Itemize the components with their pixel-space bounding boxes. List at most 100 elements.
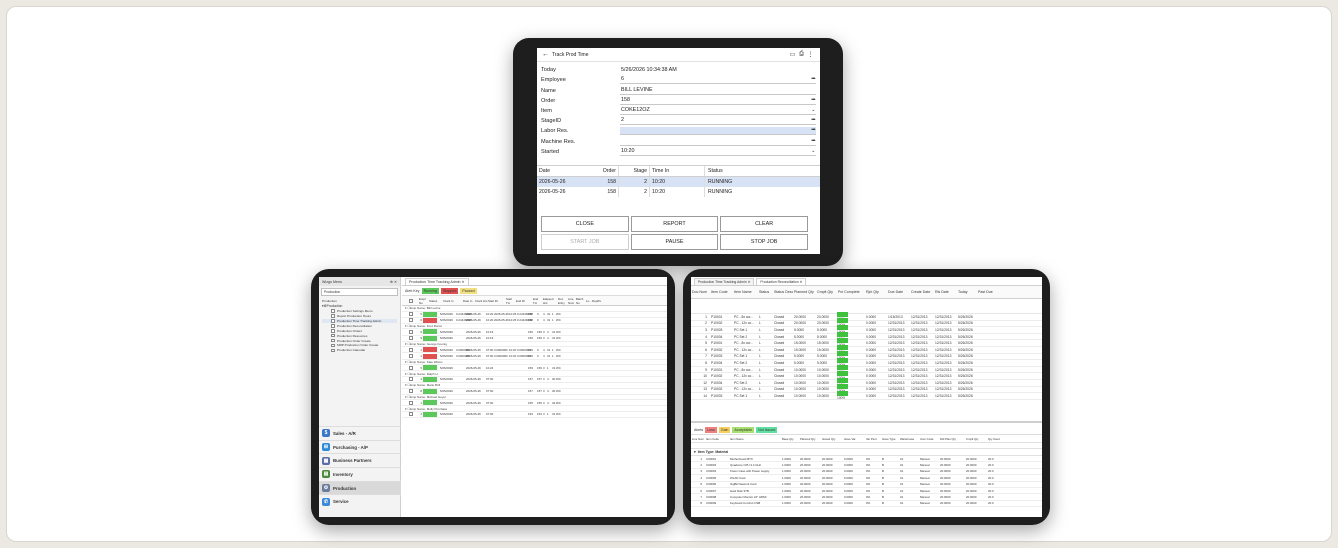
table-row[interactable]: 2026-05-26 158 2 10:20 RUNNING bbox=[537, 176, 820, 187]
table-row[interactable]: 10 P10002 PC - 12x co... L Closed 10.0000 10.0… bbox=[691, 371, 1042, 380]
table-row[interactable]: 9 P10001 PC - 8x cor... L Closed 10.0000 10.00… bbox=[691, 364, 1042, 374]
close-icon[interactable]: ✕ bbox=[747, 280, 751, 284]
column-header[interactable]: Status bbox=[758, 290, 773, 294]
stop-job-button[interactable]: STOP JOB bbox=[720, 234, 808, 250]
column-header[interactable]: Empl No bbox=[419, 297, 429, 305]
row-checkbox[interactable] bbox=[409, 318, 413, 323]
table-row[interactable]: 12P10004PC Set 2LClosed10.000010.0000100… bbox=[691, 377, 1042, 387]
column-header[interactable]: Elapsed Hrs bbox=[543, 297, 558, 305]
close-icon[interactable]: ✕ bbox=[799, 280, 803, 284]
module-inventory[interactable]: ▤ Inventory bbox=[319, 467, 401, 481]
column-header[interactable]: Start Tm bbox=[506, 297, 516, 305]
row-checkbox[interactable] bbox=[409, 329, 413, 334]
column-header[interactable]: End Tm bbox=[533, 297, 543, 305]
column-header[interactable]: Date bbox=[537, 168, 583, 174]
table-row[interactable]: 6 P10002 PC - 12x co... L Closed 15.0000 15.00… bbox=[691, 344, 1042, 354]
lookup-icon[interactable]: ••• bbox=[811, 97, 815, 103]
column-header[interactable]: Line Num bbox=[691, 437, 705, 441]
module-business-partners[interactable]: ▦ Business Partners bbox=[319, 453, 401, 467]
row-checkbox[interactable] bbox=[409, 377, 413, 382]
sidebar-controls-icon[interactable]: ⊕ ✕ bbox=[390, 280, 397, 284]
module-sales-a-r[interactable]: $ Sales - A/R bbox=[319, 426, 401, 440]
select-all-checkbox[interactable] bbox=[409, 298, 413, 303]
column-header[interactable]: Issued Qty bbox=[821, 437, 843, 441]
column-header[interactable]: Issue Type bbox=[881, 437, 899, 441]
module-purchasing-a-p[interactable]: ⊞ Purchasing - A/P bbox=[319, 439, 401, 454]
column-header[interactable]: Qty Used bbox=[987, 437, 1005, 441]
column-header[interactable]: Rls Date bbox=[934, 290, 957, 294]
lookup-icon[interactable]: ••• bbox=[811, 117, 815, 123]
column-header[interactable]: Item Name bbox=[733, 290, 758, 294]
column-header[interactable]: End Dt bbox=[516, 299, 533, 303]
row-checkbox[interactable] bbox=[409, 365, 413, 370]
tab-production-time-tracking-admin[interactable]: Production Time Tracking Admin ✕ bbox=[694, 277, 755, 285]
field-input[interactable]: 10:20 ⌄ bbox=[620, 148, 816, 156]
column-header[interactable]: Stage bbox=[619, 165, 650, 176]
tree-item[interactable]: Production Calendar bbox=[322, 348, 397, 353]
start-job-button[interactable]: START JOB bbox=[541, 234, 629, 250]
print-icon[interactable]: ⎙ bbox=[797, 51, 806, 58]
column-header[interactable]: Status bbox=[705, 168, 820, 174]
close-button[interactable]: CLOSE bbox=[541, 216, 629, 232]
row-checkbox[interactable] bbox=[409, 347, 413, 352]
column-header[interactable]: Var Pent bbox=[865, 437, 881, 441]
table-row[interactable]: 13 P10002 PC - 12x co... L Closed 10.0000 10.0… bbox=[691, 384, 1042, 393]
column-header[interactable]: Create Date bbox=[910, 290, 934, 294]
column-header[interactable]: Te bbox=[598, 299, 604, 303]
column-header[interactable]: Time In bbox=[650, 165, 705, 176]
table-row[interactable]: 8P10004PC Set 2LClosed5.00005.0000100%0.… bbox=[691, 357, 1042, 367]
dropdown-icon[interactable]: ⌄ bbox=[811, 148, 815, 154]
module-service[interactable]: ✆ Service bbox=[319, 494, 401, 508]
dropdown-icon[interactable]: ⌄ bbox=[811, 107, 815, 113]
lookup-icon[interactable]: ••• bbox=[811, 138, 815, 144]
column-header[interactable]: Clock In bbox=[443, 299, 463, 303]
column-header[interactable]: Status bbox=[429, 299, 443, 303]
field-input[interactable]: BILL LEVINE bbox=[620, 87, 816, 95]
field-input[interactable]: ••• bbox=[620, 138, 816, 146]
column-header[interactable]: Dtd Plan Qty bbox=[939, 437, 965, 441]
table-row[interactable]: 3P10003PC Set 1LClosed5.00005.0000100%0.… bbox=[691, 324, 1042, 334]
column-header[interactable]: Cmplt Qty bbox=[965, 437, 987, 441]
column-header[interactable]: Item Code bbox=[705, 437, 729, 441]
row-checkbox[interactable] bbox=[409, 389, 413, 394]
column-header[interactable]: Cmplt Qty bbox=[816, 290, 837, 294]
lookup-icon[interactable]: ••• bbox=[811, 76, 815, 82]
splitter[interactable] bbox=[691, 421, 1042, 423]
column-header[interactable]: Order bbox=[583, 165, 619, 176]
column-header[interactable]: Planned Qty bbox=[799, 437, 821, 441]
row-checkbox[interactable] bbox=[409, 312, 413, 317]
table-row[interactable]: 2 P10002 PC - 12x co... L Closed 20.0000 20.00… bbox=[691, 318, 1042, 327]
tab-time-tracking-admin[interactable]: Production Time Tracking Admin ✕ bbox=[405, 277, 469, 285]
lookup-icon[interactable]: ••• bbox=[811, 127, 815, 133]
column-header[interactable]: Due Date bbox=[887, 290, 910, 294]
column-header[interactable]: Start Dt bbox=[488, 299, 506, 303]
row-checkbox[interactable] bbox=[409, 400, 413, 405]
module-selector[interactable]: Production bbox=[321, 288, 398, 296]
table-row[interactable]: 2026-05-26 158 2 10:20 RUNNING bbox=[537, 186, 820, 197]
column-header[interactable]: Date In bbox=[463, 299, 475, 303]
column-header[interactable]: Issue Var bbox=[843, 437, 865, 441]
column-header[interactable]: Doc Entry bbox=[558, 297, 568, 305]
clear-button[interactable]: CLEAR bbox=[720, 216, 808, 232]
column-header[interactable]: Doc Num bbox=[691, 290, 710, 294]
expand-icon[interactable]: ▾ bbox=[694, 450, 696, 454]
column-header[interactable]: Past Due bbox=[977, 290, 995, 294]
report-button[interactable]: REPORT bbox=[630, 216, 719, 232]
filter-row[interactable] bbox=[691, 299, 1042, 314]
column-header[interactable]: Warehouse bbox=[899, 437, 919, 441]
column-header[interactable]: Planned Qty bbox=[793, 290, 816, 294]
column-header[interactable]: Status Desc bbox=[773, 290, 793, 294]
column-header[interactable]: Clock Hrs bbox=[475, 299, 488, 303]
column-header[interactable]: Line Num bbox=[568, 297, 576, 305]
table-row[interactable]: 2 5/26/2026 2026-05-26 07:00 153 153 3 1 31 WC bbox=[402, 411, 667, 419]
table-row[interactable]: 7P10003PC Set 1LClosed5.00005.0000100%0.… bbox=[691, 351, 1042, 360]
more-vertical-icon[interactable]: ⋮ bbox=[806, 51, 815, 58]
row-checkbox[interactable] bbox=[409, 354, 413, 359]
pause-button[interactable]: PAUSE bbox=[630, 234, 719, 250]
column-header[interactable]: Today bbox=[957, 290, 977, 294]
field-input[interactable]: 2 ••• bbox=[620, 117, 816, 126]
table-row[interactable]: 8 C00009 Keyboard Comfort USB 1.0000 20.0000… bbox=[691, 501, 1042, 508]
row-checkbox[interactable] bbox=[409, 336, 413, 341]
table-row[interactable]: 1 P10001 PC - 8x cor... L Closed 20.0000 20.00… bbox=[691, 311, 1042, 321]
group-row[interactable]: ▾ Item Type: Material bbox=[691, 449, 1042, 456]
